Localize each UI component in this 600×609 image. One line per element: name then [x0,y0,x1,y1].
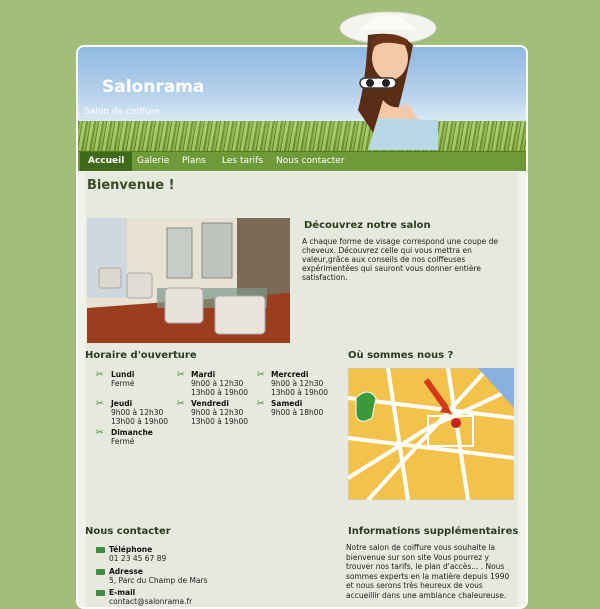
scissors-icon: ✂ [257,399,265,409]
hours-day: Vendredi 9h00 à 12h30 13h00 à 19h00 [191,399,249,426]
scissors-icon: ✂ [96,399,104,409]
email-value[interactable]: contact@salonrama.fr [109,597,192,606]
nav-item-tarifs[interactable]: Les tarifs [222,152,263,171]
grass-decoration [78,121,526,151]
address-icon [96,569,105,575]
scissors-icon: ✂ [177,370,185,380]
hours-day: Jeudi 9h00 à 12h30 13h00 à 19h00 [111,399,169,426]
scissors-icon: ✂ [96,428,104,438]
woman-illustration [339,11,438,150]
discover-text: A chaque forme de visage correspond une … [302,237,498,282]
discover-title: Découvrez notre salon [304,220,431,231]
info-title: Informations supplémentaires [348,526,519,537]
email-icon [96,590,105,596]
location-title: Où sommes nous ? [348,350,454,361]
hours-day: Dimanche Fermé [111,428,153,446]
phone-label: Téléphone [109,545,153,554]
header-banner: Salonrama Salon de coiffure [78,47,526,151]
phone-value: 01 23 45 67 89 [109,554,167,563]
hours-title: Horaire d'ouverture [85,350,197,361]
hours-day: Mardi 9h00 à 12h30 13h00 à 19h00 [191,370,249,397]
hours-day: Lundi Fermé [111,370,135,388]
location-map[interactable] [348,368,514,500]
info-text: Notre salon de coiffure vous souhaite la… [346,543,510,600]
scissors-icon: ✂ [257,370,265,380]
address-label: Adresse [109,567,143,576]
scissors-icon: ✂ [177,399,185,409]
nav-item-contact[interactable]: Nous contacter [276,152,344,171]
nav-item-galerie[interactable]: Galerie [137,152,169,171]
contact-title: Nous contacter [85,526,171,537]
hours-day: Samedi 9h00 à 18h00 [271,399,324,417]
nav-item-plans[interactable]: Plans [182,152,206,171]
welcome-title: Bienvenue ! [87,178,175,193]
address-value: 5, Parc du Champ de Mars [109,576,208,585]
site-title: Salonrama [102,77,205,97]
email-label: E-mail [109,588,136,597]
salon-photo [87,218,290,343]
scissors-icon: ✂ [96,370,104,380]
phone-icon [96,547,105,553]
nav-item-accueil[interactable]: Accueil [80,152,133,171]
hours-day: Mercredi 9h00 à 12h30 13h00 à 19h00 [271,370,329,397]
main-nav: Accueil Galerie Plans Les tarifs Nous co… [78,151,526,171]
site-subtitle: Salon de coiffure [84,107,160,117]
